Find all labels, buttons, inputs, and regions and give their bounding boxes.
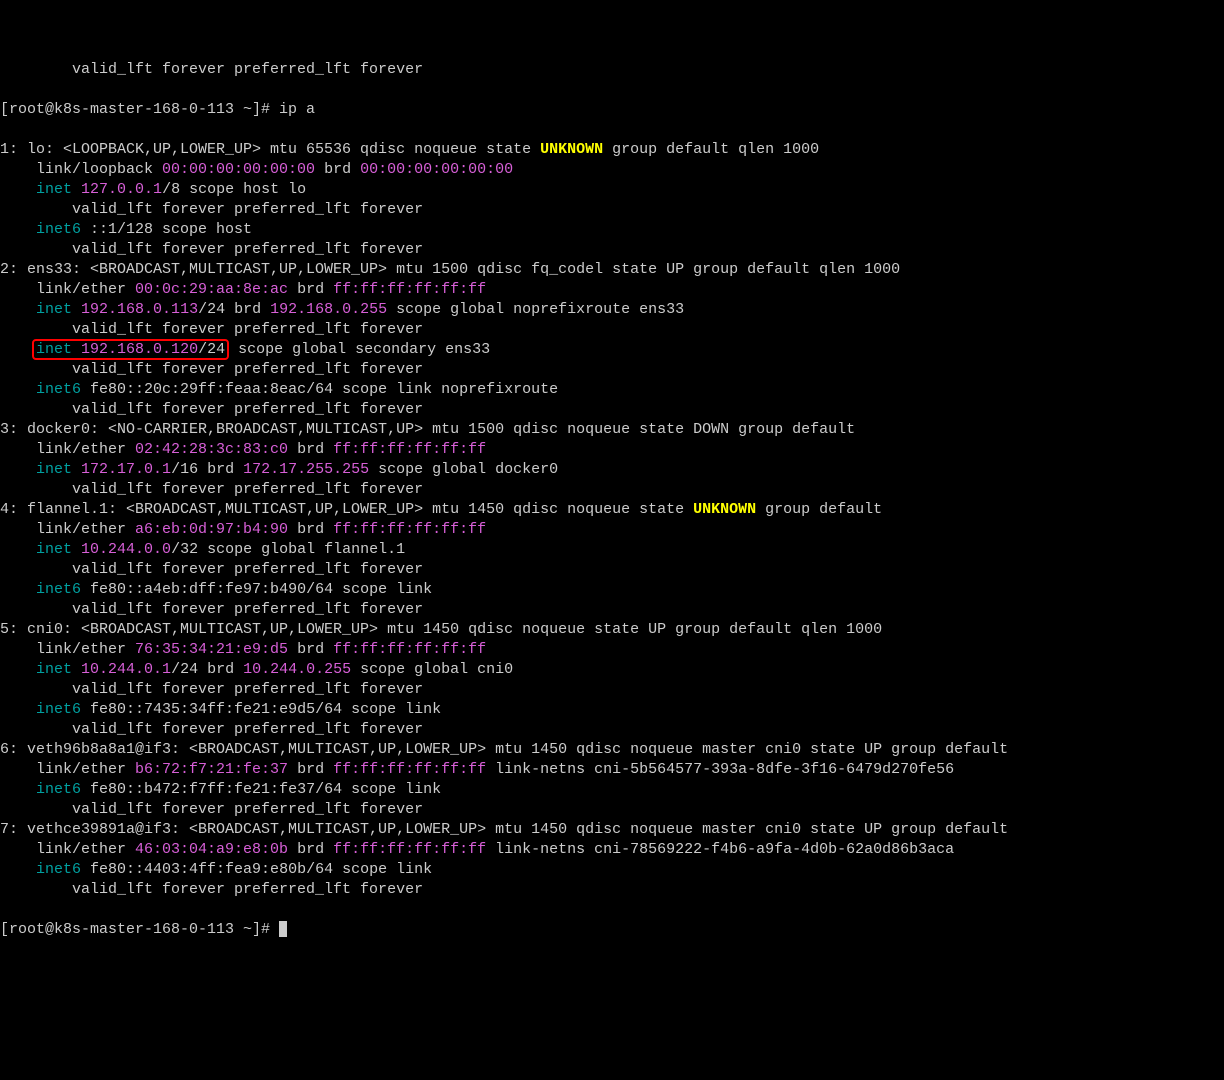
iface-addr: inet6 fe80::b472:f7ff:fe21:fe37/64 scope… [0, 780, 1224, 800]
prompt-line-2[interactable]: [root@k8s-master-168-0-113 ~]# [0, 920, 1224, 940]
iface-header: 6: veth96b8a8a1@if3: <BROADCAST,MULTICAS… [0, 740, 1224, 760]
iface-addr-valid: valid_lft forever preferred_lft forever [0, 480, 1224, 500]
iface-link: link/ether a6:eb:0d:97:b4:90 brd ff:ff:f… [0, 520, 1224, 540]
iface-addr: inet6 fe80::20c:29ff:feaa:8eac/64 scope … [0, 380, 1224, 400]
iface-addr-valid: valid_lft forever preferred_lft forever [0, 720, 1224, 740]
iface-addr-valid: valid_lft forever preferred_lft forever [0, 560, 1224, 580]
iface-header: 3: docker0: <NO-CARRIER,BROADCAST,MULTIC… [0, 420, 1224, 440]
terminal-output: valid_lft forever preferred_lft forever … [0, 40, 1224, 960]
iface-header: 5: cni0: <BROADCAST,MULTICAST,UP,LOWER_U… [0, 620, 1224, 640]
iface-addr-highlighted: inet 192.168.0.120/24 scope global secon… [0, 340, 1224, 360]
iface-addr-valid: valid_lft forever preferred_lft forever [0, 240, 1224, 260]
iface-addr: inet 127.0.0.1/8 scope host lo [0, 180, 1224, 200]
iface-addr: inet6 fe80::7435:34ff:fe21:e9d5/64 scope… [0, 700, 1224, 720]
iface-addr-valid: valid_lft forever preferred_lft forever [0, 320, 1224, 340]
iface-addr-valid: valid_lft forever preferred_lft forever [0, 360, 1224, 380]
iface-link: link/loopback 00:00:00:00:00:00 brd 00:0… [0, 160, 1224, 180]
prompt-line-1: [root@k8s-master-168-0-113 ~]# ip a [0, 100, 1224, 120]
iface-addr-valid: valid_lft forever preferred_lft forever [0, 680, 1224, 700]
iface-addr-valid: valid_lft forever preferred_lft forever [0, 600, 1224, 620]
iface-link: link/ether 46:03:04:a9:e8:0b brd ff:ff:f… [0, 840, 1224, 860]
iface-header: 1: lo: <LOOPBACK,UP,LOWER_UP> mtu 65536 … [0, 140, 1224, 160]
iface-addr: inet 172.17.0.1/16 brd 172.17.255.255 sc… [0, 460, 1224, 480]
iface-header: 4: flannel.1: <BROADCAST,MULTICAST,UP,LO… [0, 500, 1224, 520]
cursor [279, 921, 287, 937]
iface-link: link/ether b6:72:f7:21:fe:37 brd ff:ff:f… [0, 760, 1224, 780]
iface-link: link/ether 76:35:34:21:e9:d5 brd ff:ff:f… [0, 640, 1224, 660]
truncated-line-top: valid_lft forever preferred_lft forever [0, 60, 1224, 80]
iface-addr: inet 10.244.0.0/32 scope global flannel.… [0, 540, 1224, 560]
iface-addr: inet 10.244.0.1/24 brd 10.244.0.255 scop… [0, 660, 1224, 680]
iface-addr-valid: valid_lft forever preferred_lft forever [0, 400, 1224, 420]
iface-addr: inet6 fe80::4403:4ff:fea9:e80b/64 scope … [0, 860, 1224, 880]
iface-header: 7: vethce39891a@if3: <BROADCAST,MULTICAS… [0, 820, 1224, 840]
iface-addr: inet 192.168.0.113/24 brd 192.168.0.255 … [0, 300, 1224, 320]
iface-header: 2: ens33: <BROADCAST,MULTICAST,UP,LOWER_… [0, 260, 1224, 280]
iface-addr-valid: valid_lft forever preferred_lft forever [0, 880, 1224, 900]
iface-addr: inet6 fe80::a4eb:dff:fe97:b490/64 scope … [0, 580, 1224, 600]
iface-addr: inet6 ::1/128 scope host [0, 220, 1224, 240]
iface-addr-valid: valid_lft forever preferred_lft forever [0, 800, 1224, 820]
iface-addr-valid: valid_lft forever preferred_lft forever [0, 200, 1224, 220]
iface-link: link/ether 02:42:28:3c:83:c0 brd ff:ff:f… [0, 440, 1224, 460]
iface-link: link/ether 00:0c:29:aa:8e:ac brd ff:ff:f… [0, 280, 1224, 300]
